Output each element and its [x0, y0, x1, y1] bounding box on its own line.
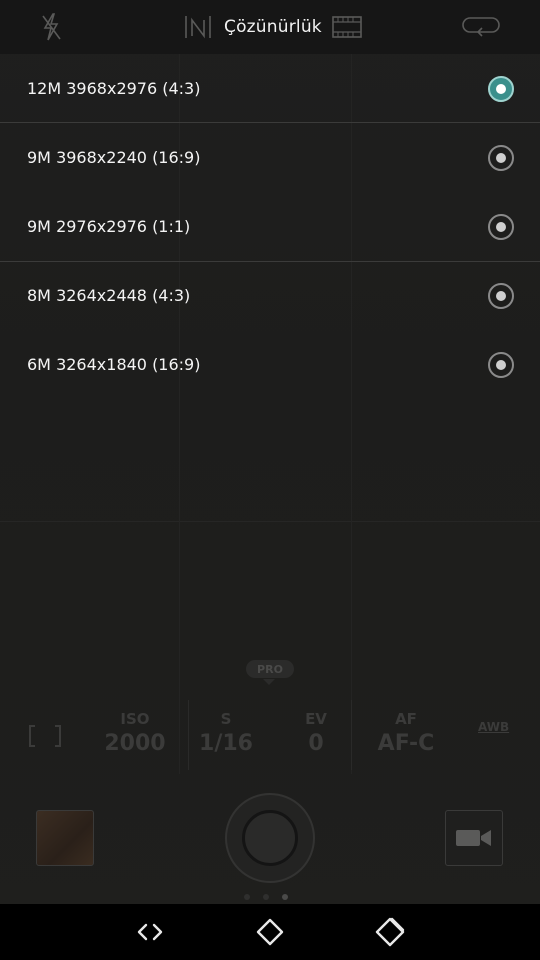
radio-button[interactable]: [488, 144, 514, 171]
flash-off-icon[interactable]: [40, 12, 62, 42]
page-title: Çözünürlük: [224, 17, 322, 37]
shutter-speed-label: S: [220, 710, 232, 728]
af-control[interactable]: AF AF-C: [366, 710, 446, 756]
radio-button-selected[interactable]: [488, 75, 514, 102]
resolution-label: 9M 3968x2240 (16:9): [27, 148, 201, 167]
pro-parameters: ISO 2000 S 1/16 EV 0 AF AF-C AWB: [0, 700, 540, 770]
page-dot-active: [282, 894, 288, 900]
chevron-down-icon: [263, 679, 275, 685]
metering-icon[interactable]: [28, 724, 62, 748]
home-nav-icon[interactable]: [254, 916, 286, 948]
resolution-label: 6M 3264x1840 (16:9): [27, 355, 201, 374]
resolution-label: 12M 3968x2976 (4:3): [27, 79, 201, 98]
shutter-button[interactable]: [225, 793, 315, 883]
iso-label: ISO: [120, 710, 150, 728]
video-record-button[interactable]: [445, 810, 503, 866]
back-nav-icon[interactable]: [134, 916, 166, 948]
divider: [351, 700, 352, 770]
top-bar: Çözünürlük: [0, 0, 540, 54]
resolution-label: 8M 3264x2448 (4:3): [27, 286, 191, 305]
resolution-option[interactable]: 6M 3264x1840 (16:9): [0, 330, 540, 399]
camera-switch-icon[interactable]: [460, 14, 502, 40]
shutter-speed-control[interactable]: S 1/16: [194, 710, 258, 756]
page-dot: [244, 894, 250, 900]
awb-control[interactable]: AWB: [478, 720, 509, 734]
radio-button[interactable]: [488, 282, 514, 309]
resolution-label: 9M 2976x2976 (1:1): [27, 217, 191, 236]
film-icon[interactable]: [332, 15, 362, 39]
ev-label: EV: [305, 710, 327, 728]
resolution-option[interactable]: 8M 3264x2448 (4:3): [0, 261, 540, 330]
shutter-button-inner: [242, 810, 298, 866]
pro-mode-badge[interactable]: PRO: [246, 660, 294, 678]
iso-control[interactable]: ISO 2000: [103, 710, 167, 756]
radio-button[interactable]: [488, 213, 514, 240]
af-value: AF-C: [377, 731, 435, 756]
camera-app: Çözünürlük 12M 3968x2976 (4:3) 9M 3968x2…: [0, 0, 540, 960]
hdr-icon[interactable]: [182, 12, 214, 42]
resolution-option[interactable]: 9M 3968x2240 (16:9): [0, 123, 540, 192]
iso-value: 2000: [104, 731, 166, 756]
shutter-speed-value: 1/16: [199, 731, 253, 756]
ev-value: 0: [308, 731, 324, 756]
page-dot: [263, 894, 269, 900]
navigation-bar: [0, 904, 540, 960]
af-label: AF: [395, 710, 417, 728]
video-camera-icon: [456, 830, 491, 846]
radio-button[interactable]: [488, 351, 514, 378]
mode-page-indicator: [244, 894, 288, 900]
divider: [188, 700, 189, 770]
resolution-list: 12M 3968x2976 (4:3) 9M 3968x2240 (16:9) …: [0, 54, 540, 399]
resolution-option[interactable]: 9M 2976x2976 (1:1): [0, 192, 540, 261]
title-wrap: Çözünürlük: [182, 12, 362, 42]
ev-control[interactable]: EV 0: [284, 710, 348, 756]
grid-line: [0, 521, 540, 522]
resolution-option[interactable]: 12M 3968x2976 (4:3): [0, 54, 540, 123]
recents-nav-icon[interactable]: [374, 916, 406, 948]
gallery-thumbnail[interactable]: [36, 810, 94, 866]
